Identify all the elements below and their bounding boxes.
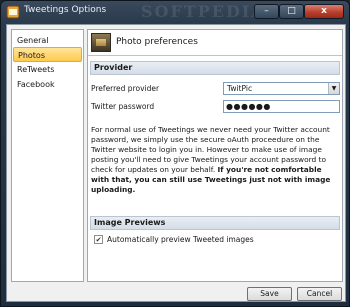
twitter-password-field[interactable]: ●●●●●● — [223, 100, 340, 113]
softpedia-watermark: SOFTPEDIA — [141, 2, 266, 21]
sidebar-item-photos[interactable]: Photos — [13, 47, 82, 62]
section-image-previews: Image Previews — [90, 216, 340, 230]
photo-preferences-icon — [91, 33, 111, 52]
sidebar-item-retweets[interactable]: ReTweets — [13, 62, 82, 77]
section-provider: Provider — [90, 61, 340, 75]
options-sidebar: General Photos ReTweets Facebook — [11, 29, 84, 282]
panel-header: Photo preferences — [88, 30, 342, 56]
sidebar-item-facebook[interactable]: Facebook — [13, 77, 82, 92]
tweetings-app-icon — [6, 5, 20, 19]
twitter-password-label: Twitter password — [91, 102, 155, 111]
dialog-client-area: General Photos ReTweets Facebook Photo p… — [6, 24, 346, 302]
minimize-button[interactable]: – — [254, 4, 279, 19]
sidebar-item-general[interactable]: General — [13, 33, 82, 48]
window-title: Tweetings Options — [24, 5, 107, 15]
preferred-provider-label: Preferred provider — [91, 84, 160, 93]
cancel-button[interactable]: Cancel — [297, 287, 342, 301]
preferred-provider-value: TwitPic — [227, 84, 253, 93]
options-window: Tweetings Options SOFTPEDIA – □ x Genera… — [0, 0, 350, 307]
photo-preferences-panel: Photo preferences Provider Preferred pro… — [87, 29, 343, 282]
password-info-text: For normal use of Tweetings we never nee… — [91, 125, 339, 195]
maximize-button[interactable]: □ — [279, 4, 304, 19]
auto-preview-checkbox[interactable]: ✔ — [94, 235, 103, 244]
panel-title: Photo preferences — [116, 37, 198, 47]
close-button[interactable]: x — [304, 4, 344, 19]
chevron-down-icon[interactable]: ▼ — [328, 83, 339, 94]
auto-preview-label[interactable]: Automatically preview Tweeted images — [107, 235, 254, 244]
save-button[interactable]: Save — [247, 287, 292, 301]
check-icon: ✔ — [95, 236, 102, 244]
preferred-provider-select[interactable]: TwitPic ▼ — [223, 82, 340, 95]
title-bar[interactable]: Tweetings Options SOFTPEDIA – □ x — [1, 1, 349, 23]
